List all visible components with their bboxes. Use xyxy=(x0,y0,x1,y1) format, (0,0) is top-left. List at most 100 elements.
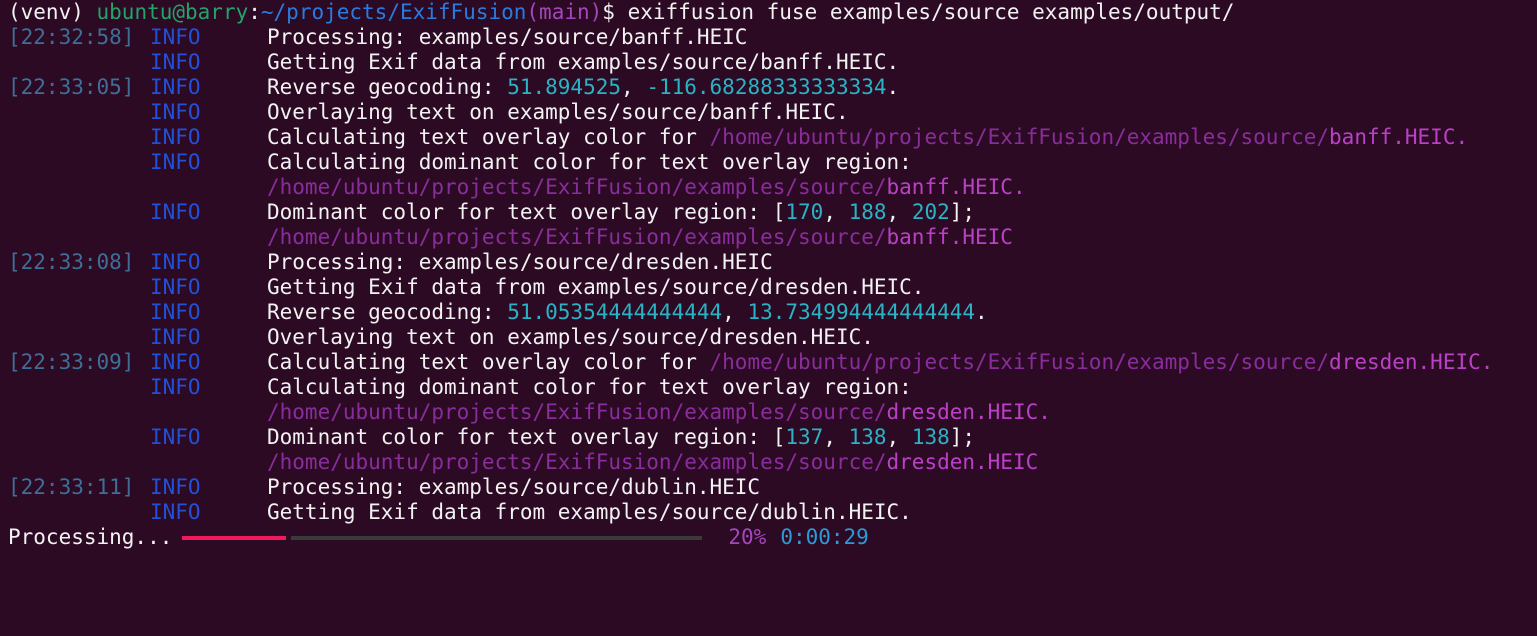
log-segment-text: Calculating dominant color for text over… xyxy=(267,375,912,399)
log-level: INFO xyxy=(150,250,201,274)
log-segment-pathfile: dresden.HEIC xyxy=(886,450,1039,474)
log-segment-pathdim: /home/ubuntu/projects/ExifFusion/example… xyxy=(709,125,1330,149)
log-level: INFO xyxy=(150,350,201,374)
log-level: INFO xyxy=(150,125,201,149)
log-segment-text: Processing: examples/source/banff.HEIC xyxy=(267,25,748,49)
prompt-branch: (main) xyxy=(526,0,603,24)
prompt-user-host: ubuntu@barry xyxy=(96,0,249,24)
progress-percent: 20% xyxy=(728,525,767,549)
prompt-command: exiffusion fuse examples/source examples… xyxy=(627,0,1235,24)
log-message: Getting Exif data from examples/source/b… xyxy=(267,50,899,75)
log-message: Overlaying text on examples/source/banff… xyxy=(267,100,849,125)
log-segment-text: Dominant color for text overlay region: … xyxy=(267,425,786,449)
log-segment-text: , xyxy=(823,200,849,224)
log-line: [22:33:08] INFO Processing: examples/sourc… xyxy=(8,250,1537,275)
log-message: Reverse geocoding: 51.05354444444444, 13… xyxy=(267,300,988,325)
log-level: INFO xyxy=(150,475,201,499)
log-segment-text: Processing: examples/source/dresden.HEIC xyxy=(267,250,773,274)
log-level: INFO xyxy=(150,300,201,324)
log-output: [22:32:58] INFO Processing: examples/sourc… xyxy=(8,25,1537,525)
log-line: INFO Calculating dominant color for text … xyxy=(8,375,1537,400)
log-segment-text: Getting Exif data from examples/source/b… xyxy=(267,50,900,74)
log-line: [22:32:58] INFO Processing: examples/sourc… xyxy=(8,25,1537,50)
log-segment-text: Overlaying text on examples/source/dresd… xyxy=(267,325,874,349)
log-timestamp: [22:33:11] xyxy=(8,475,135,499)
log-message: /home/ubuntu/projects/ExifFusion/example… xyxy=(267,450,1038,475)
log-message: /home/ubuntu/projects/ExifFusion/example… xyxy=(267,175,1026,200)
log-message: Dominant color for text overlay region: … xyxy=(267,200,975,225)
log-segment-text: , xyxy=(886,425,912,449)
log-segment-num: 51.894525 xyxy=(507,75,622,99)
log-segment-pathdim: /home/ubuntu/projects/ExifFusion/example… xyxy=(267,175,887,199)
command-prompt-line: (venv) ubuntu@barry: ~/projects/ExifFusio… xyxy=(8,0,1537,25)
log-line: INFO Calculating text overlay color for /… xyxy=(8,125,1537,150)
log-segment-text: Calculating text overlay color for xyxy=(267,350,710,374)
prompt-venv: (venv) xyxy=(8,0,97,24)
log-message: Getting Exif data from examples/source/d… xyxy=(267,275,924,300)
progress-bar-gap xyxy=(286,534,292,541)
prompt-colon: : xyxy=(248,0,261,24)
log-line: INFO Getting Exif data from examples/sour… xyxy=(8,50,1537,75)
log-segment-pathfile: banff.HEIC. xyxy=(1329,125,1469,149)
log-message: Dominant color for text overlay region: … xyxy=(267,425,975,450)
log-timestamp: [22:33:05] xyxy=(8,75,135,99)
log-level: INFO xyxy=(150,275,201,299)
log-line: INFO Reverse geocoding: 51.05354444444444… xyxy=(8,300,1537,325)
log-segment-num: 188 xyxy=(848,200,887,224)
log-segment-pathdim: /home/ubuntu/projects/ExifFusion/example… xyxy=(267,225,887,249)
progress-label: Processing... xyxy=(8,525,173,549)
log-line: INFO Getting Exif data from examples/sour… xyxy=(8,275,1537,300)
log-segment-num: -116.68288333333334 xyxy=(646,75,887,99)
log-segment-text: Processing: examples/source/dublin.HEIC xyxy=(267,475,761,499)
log-timestamp: [22:33:09] xyxy=(8,350,135,374)
progress-row: Processing... 20% 0:00:29 xyxy=(8,525,1537,550)
log-segment-text: Reverse geocoding: xyxy=(267,300,508,324)
log-level: INFO xyxy=(150,200,201,224)
terminal-window[interactable]: (venv) ubuntu@barry: ~/projects/ExifFusio… xyxy=(0,0,1537,561)
log-line: [22:33:05] INFO Reverse geocoding: 51.8945… xyxy=(8,75,1537,100)
log-line: INFO Dominant color for text overlay regi… xyxy=(8,425,1537,450)
log-segment-num: 137 xyxy=(785,425,824,449)
log-segment-text: Dominant color for text overlay region: … xyxy=(267,200,786,224)
prompt-suffix: $ xyxy=(602,0,628,24)
log-line: [22:33:11] INFO Processing: examples/sourc… xyxy=(8,475,1537,500)
log-segment-text: ]; xyxy=(949,200,976,224)
log-timestamp: [22:32:58] xyxy=(8,25,135,49)
log-line: [22:33:09] INFO Calculating text overlay c… xyxy=(8,350,1537,375)
log-level: INFO xyxy=(150,25,201,49)
log-segment-num: 51.05354444444444 xyxy=(507,300,723,324)
log-segment-pathfile: dresden.HEIC. xyxy=(1329,350,1494,374)
log-segment-text: Calculating text overlay color for xyxy=(267,125,710,149)
log-segment-pathfile: banff.HEIC xyxy=(886,225,1013,249)
log-segment-text: Getting Exif data from examples/source/d… xyxy=(267,500,912,524)
log-message: Overlaying text on examples/source/dresd… xyxy=(267,325,874,350)
log-level: INFO xyxy=(150,100,201,124)
log-segment-num: 202 xyxy=(911,200,950,224)
log-message: /home/ubuntu/projects/ExifFusion/example… xyxy=(267,400,1051,425)
log-message: Calculating text overlay color for /home… xyxy=(267,350,1493,375)
log-level: INFO xyxy=(150,425,201,449)
log-segment-text: Calculating dominant color for text over… xyxy=(267,150,912,174)
log-line: INFO Calculating dominant color for text … xyxy=(8,150,1537,175)
log-level: INFO xyxy=(150,75,201,99)
log-message: Calculating dominant color for text over… xyxy=(267,150,912,175)
progress-bar xyxy=(182,534,703,541)
log-segment-pathfile: dresden.HEIC. xyxy=(886,400,1051,424)
log-line: /home/ubuntu/projects/ExifFusion/example… xyxy=(8,225,1537,250)
log-timestamp: [22:33:08] xyxy=(8,250,135,274)
log-message: Calculating dominant color for text over… xyxy=(267,375,912,400)
log-message: Calculating text overlay color for /home… xyxy=(267,125,1468,150)
log-segment-pathdim: /home/ubuntu/projects/ExifFusion/example… xyxy=(267,400,887,424)
log-segment-num: 170 xyxy=(785,200,824,224)
log-level: INFO xyxy=(150,500,201,524)
log-segment-num: 13.734994444444444 xyxy=(747,300,976,324)
log-segment-pathdim: /home/ubuntu/projects/ExifFusion/example… xyxy=(709,350,1330,374)
log-message: Processing: examples/source/dublin.HEIC xyxy=(267,475,760,500)
log-level: INFO xyxy=(150,150,201,174)
log-segment-num: 138 xyxy=(911,425,950,449)
log-segment-pathfile: banff.HEIC. xyxy=(886,175,1026,199)
log-line: INFO Overlaying text on examples/source/d… xyxy=(8,325,1537,350)
log-segment-text: Reverse geocoding: xyxy=(267,75,508,99)
log-level: INFO xyxy=(150,50,201,74)
log-message: Getting Exif data from examples/source/d… xyxy=(267,500,912,525)
